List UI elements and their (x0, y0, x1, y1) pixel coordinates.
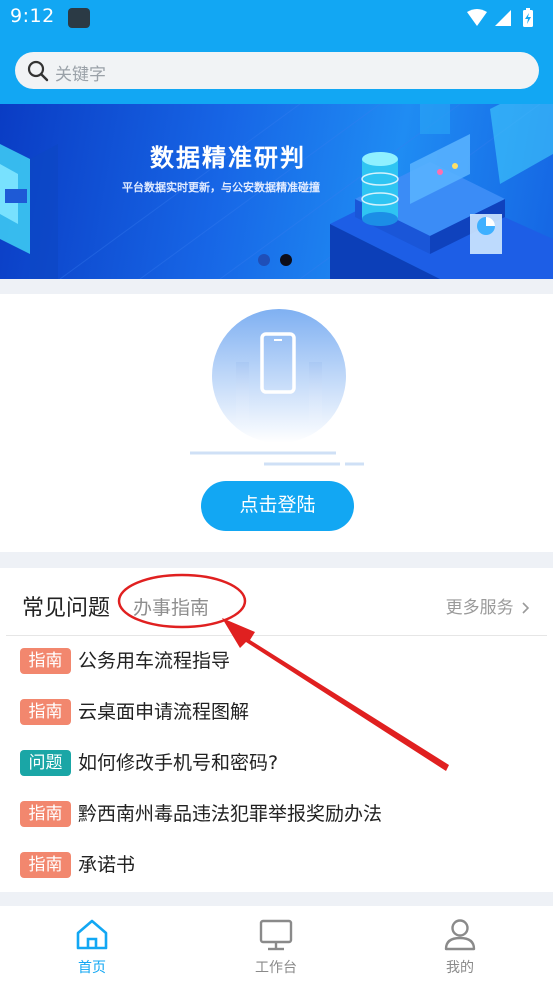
faq-list-item[interactable]: 指南 公务用车流程指导 (20, 648, 382, 699)
system-status-icons (467, 8, 533, 27)
chevron-right-icon (522, 602, 530, 614)
faq-list-item[interactable]: 指南 黔西南州毒品违法犯罪举报奖励办法 (20, 801, 382, 852)
faq-item-title: 云桌面申请流程图解 (78, 701, 250, 723)
faq-list: 指南 公务用车流程指导 指南 云桌面申请流程图解 问题 如何修改手机号和密码? 指南 黔西南州… (20, 648, 382, 903)
monitor-icon (259, 919, 293, 951)
faq-divider (6, 635, 547, 636)
search-icon (27, 60, 49, 82)
carousel-dot-1[interactable] (258, 254, 270, 266)
signal-icon (495, 10, 511, 26)
login-button[interactable]: 点击登陆 (201, 481, 354, 531)
nav-profile-label: 我的 (446, 960, 474, 976)
guide-tag-badge: 指南 (20, 852, 71, 878)
phone-login-illustration (190, 309, 364, 466)
status-time: 9:12 (10, 5, 55, 27)
guide-tag-badge: 指南 (20, 648, 71, 674)
guide-tag-badge: 指南 (20, 801, 71, 827)
faq-item-title: 承诺书 (78, 854, 136, 876)
tab-faq[interactable]: 常见问题 (22, 590, 110, 622)
notification-app-icon (68, 8, 90, 28)
user-icon (444, 919, 476, 951)
guide-tag-badge: 指南 (20, 699, 71, 725)
banner-title: 数据精准研判 (150, 144, 306, 172)
search-bar[interactable]: 关键字 (15, 52, 539, 89)
nav-profile[interactable]: 我的 (400, 906, 520, 984)
banner-subtitle: 平台数据实时更新，与公安数据精准碰撞 (122, 181, 320, 194)
search-placeholder: 关键字 (55, 65, 106, 85)
faq-item-title: 如何修改手机号和密码? (78, 752, 279, 774)
more-services-label: 更多服务 (445, 598, 514, 618)
app-header: 9:12 关键字 (0, 0, 553, 104)
carousel-indicators[interactable] (258, 251, 302, 270)
faq-item-title: 黔西南州毒品违法犯罪举报奖励办法 (78, 803, 383, 825)
faq-list-item[interactable]: 问题 如何修改手机号和密码? (20, 750, 382, 801)
more-services-link[interactable]: 更多服务 (446, 593, 531, 618)
nav-home[interactable]: 首页 (32, 906, 152, 984)
faq-card: 常见问题 办事指南 更多服务 指南 公务用车流程指导 指南 云桌面申请流程图解 问题 如何… (0, 568, 553, 892)
server-stack-icon (361, 152, 399, 226)
carousel-dot-2[interactable] (280, 254, 292, 266)
tab-service-guide[interactable]: 办事指南 (133, 593, 209, 620)
nav-workbench[interactable]: 工作台 (216, 906, 336, 984)
login-card: 点击登陆 (0, 294, 553, 552)
faq-list-item[interactable]: 指南 云桌面申请流程图解 (20, 699, 382, 750)
home-icon (76, 919, 108, 950)
nav-workbench-label: 工作台 (255, 960, 297, 976)
question-tag-badge: 问题 (20, 750, 71, 776)
faq-item-title: 公务用车流程指导 (78, 650, 231, 672)
bottom-nav: 首页 工作台 我的 (0, 906, 553, 984)
banner-carousel[interactable]: 数据精准研判 平台数据实时更新，与公安数据精准碰撞 (0, 104, 553, 279)
wifi-icon (467, 9, 487, 26)
faq-list-item[interactable]: 指南 承诺书 (20, 852, 382, 903)
nav-home-label: 首页 (78, 960, 106, 976)
status-bar: 9:12 (0, 0, 553, 36)
